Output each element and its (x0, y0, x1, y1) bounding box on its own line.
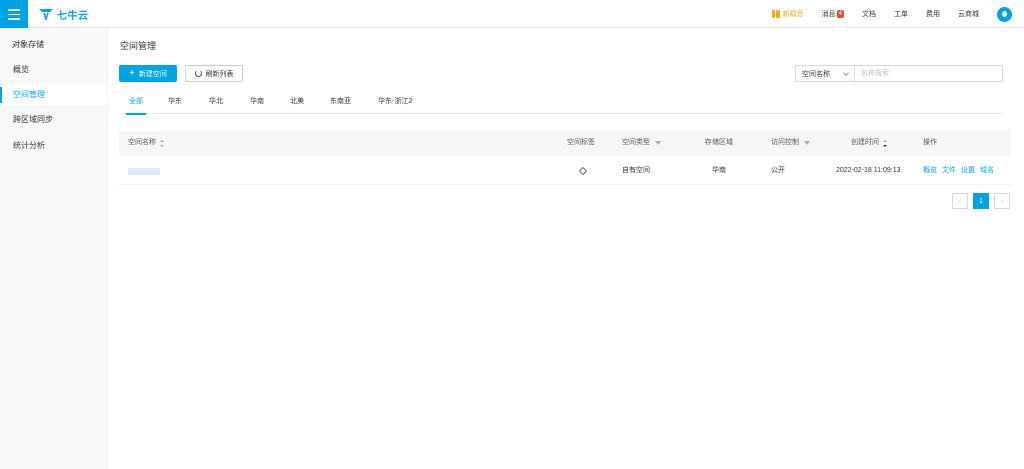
column-tags: 空间标签 (567, 139, 595, 146)
sidebar-item-overview[interactable]: 概览 (0, 60, 107, 80)
table-header: 空间名称 空间标签 空间类型 存储区域 访问控制 创建时间 操作 (119, 130, 1011, 156)
action-settings-link[interactable]: 设置 (961, 167, 975, 174)
top-bar: 七牛云 新福音 消息 4 文档 工单 费用 云商城 (0, 0, 1024, 28)
pagination-page-1[interactable]: 1 (973, 193, 989, 209)
logo[interactable]: 七牛云 (38, 7, 89, 22)
column-name-label: 空间名称 (128, 139, 156, 146)
tab-all[interactable]: 全部 (126, 96, 146, 115)
bucket-name-masked[interactable] (128, 168, 160, 175)
pagination-prev-button[interactable]: ‹ (952, 193, 968, 209)
table-row: 自有空间 华南 公开 2022-02-18 11:09:13 概览 文件 设置 域名 (119, 157, 1011, 185)
sort-desc-icon (883, 139, 887, 147)
tab-east-china-zhejiang2[interactable]: 华东-浙江2 (378, 96, 412, 114)
menu-icon[interactable] (0, 0, 28, 28)
plus-icon: + (129, 67, 135, 79)
tab-north-china[interactable]: 华北 (209, 96, 223, 114)
sidebar: 对象存储 概览 空间管理 跨区域同步 统计分析 (0, 28, 108, 469)
nav-docs[interactable]: 文档 (862, 9, 876, 19)
nav-mall[interactable]: 云商城 (958, 9, 979, 19)
top-nav: 新福音 消息 4 文档 工单 费用 云商城 (754, 0, 1012, 28)
avatar[interactable] (997, 6, 1012, 22)
new-bucket-label: 新建空间 (138, 70, 167, 78)
filter-icon (804, 141, 810, 145)
gift-icon (771, 10, 780, 18)
column-created[interactable]: 创建时间 (851, 130, 887, 156)
row-created: 2022-02-18 11:09:13 (836, 167, 901, 174)
nav-messages-label: 消息 (821, 11, 836, 18)
column-region: 存储区域 (705, 139, 733, 146)
region-tabs: 全部 华东 华北 华南 北美 东南亚 华东-浙江2 (119, 96, 1003, 115)
column-created-label: 创建时间 (851, 139, 879, 146)
action-files-link[interactable]: 文件 (942, 167, 956, 174)
column-name[interactable]: 空间名称 (128, 130, 164, 156)
nav-tickets[interactable]: 工单 (894, 9, 908, 19)
pagination-next-button[interactable]: › (994, 193, 1010, 209)
sort-icon (160, 139, 164, 147)
search-input[interactable] (854, 65, 1003, 82)
row-actions: 概览 文件 设置 域名 (923, 157, 999, 185)
nav-billing[interactable]: 费用 (926, 9, 940, 19)
sidebar-item-cross-region-sync[interactable]: 跨区域同步 (0, 110, 107, 130)
filter-icon (655, 141, 661, 145)
column-type-label: 空间类型 (622, 139, 650, 146)
sidebar-item-bucket-management[interactable]: 空间管理 (0, 85, 107, 105)
logo-icon (39, 9, 53, 20)
tab-north-america[interactable]: 北美 (290, 96, 304, 114)
row-region: 华南 (712, 167, 726, 174)
chevron-down-icon (843, 70, 849, 76)
sidebar-item-statistics[interactable]: 统计分析 (0, 136, 107, 156)
action-domains-link[interactable]: 域名 (980, 167, 994, 174)
nav-promo[interactable]: 新福音 (771, 9, 804, 19)
column-actions: 操作 (923, 139, 937, 146)
column-access-label: 访问控制 (771, 139, 799, 146)
row-access: 公开 (771, 167, 785, 174)
column-access[interactable]: 访问控制 (771, 130, 810, 156)
page-title: 空间管理 (120, 41, 157, 51)
refresh-icon (194, 70, 202, 77)
tab-south-china[interactable]: 华南 (250, 96, 264, 114)
column-type[interactable]: 空间类型 (622, 130, 661, 156)
search-field-select[interactable]: 空间名称 (795, 65, 854, 82)
tab-east-china[interactable]: 华东 (168, 96, 182, 114)
search-field-label: 空间名称 (802, 70, 830, 78)
refresh-list-label: 刷新列表 (205, 70, 234, 78)
messages-badge: 4 (836, 10, 844, 18)
logo-text: 七牛云 (57, 10, 89, 22)
tab-southeast-asia[interactable]: 东南亚 (330, 96, 351, 114)
nav-messages[interactable]: 消息 4 (822, 9, 844, 19)
tag-icon[interactable] (578, 166, 588, 176)
new-bucket-button[interactable]: + 新建空间 (119, 65, 177, 82)
sidebar-title: 对象存储 (12, 40, 44, 49)
refresh-list-button[interactable]: 刷新列表 (185, 65, 243, 82)
action-overview-link[interactable]: 概览 (923, 167, 937, 174)
nav-promo-label: 新福音 (782, 11, 804, 18)
row-type: 自有空间 (622, 167, 650, 174)
